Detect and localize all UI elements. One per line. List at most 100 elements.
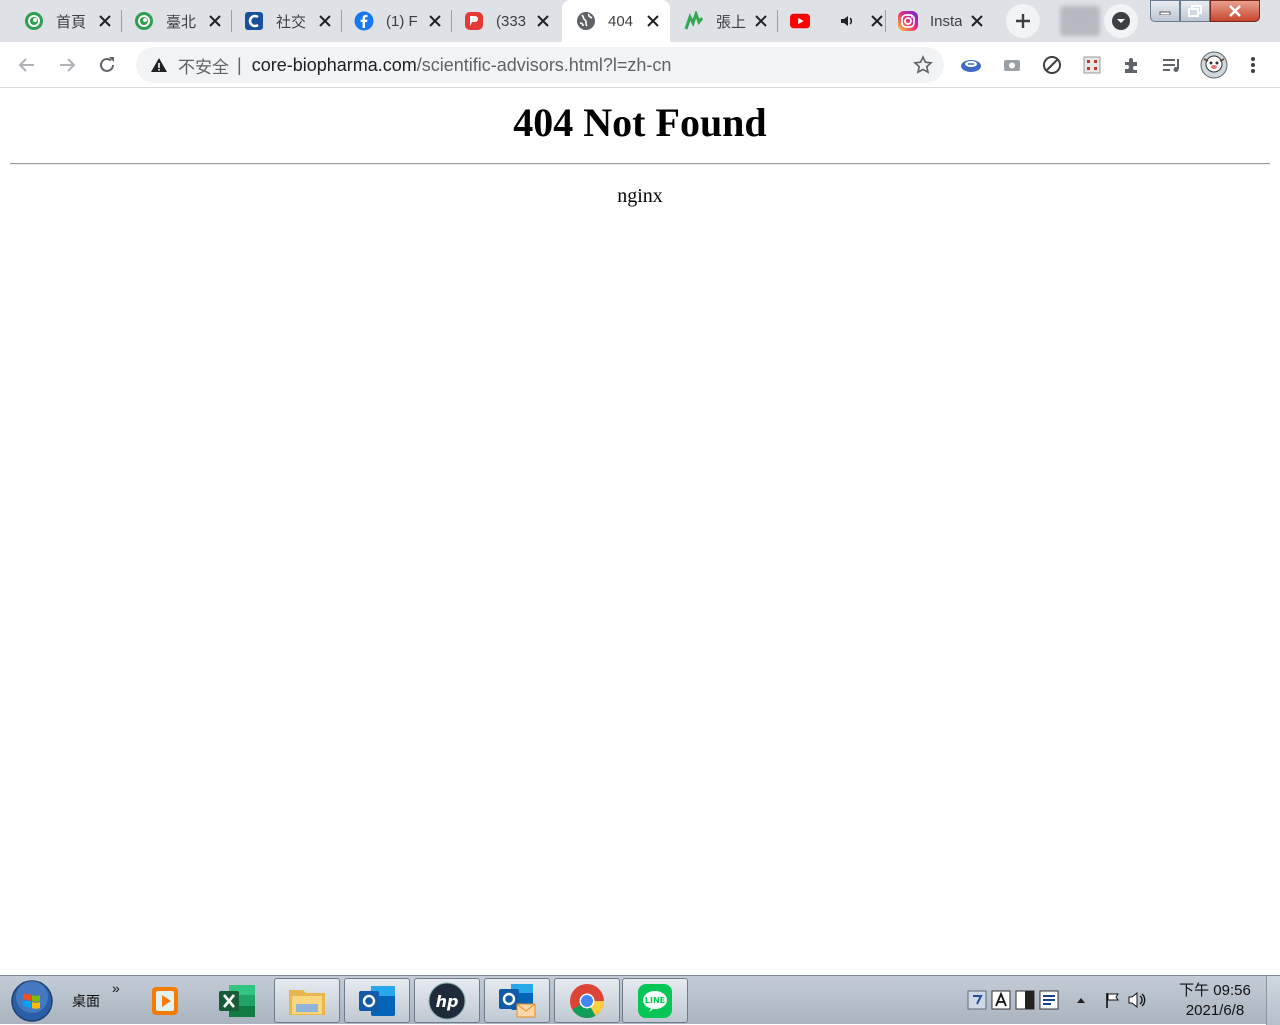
chrome-icon	[570, 983, 604, 1018]
security-label[interactable]: 不安全	[178, 53, 229, 78]
arrow-right-icon	[60, 58, 76, 72]
warning-triangle-icon[interactable]	[150, 56, 168, 74]
tab-strip: 首頁 臺北 社交 (1) F (333 404 張上 Insta	[0, 0, 1280, 42]
restore-button[interactable]	[1180, 0, 1210, 22]
start-button[interactable]	[8, 978, 56, 1024]
minimize-icon	[1159, 11, 1171, 15]
plus-icon	[1016, 14, 1030, 28]
profile-avatar[interactable]	[1199, 50, 1229, 80]
system-tray	[966, 986, 1150, 1014]
ime-fullwidth-icon[interactable]	[990, 989, 1012, 1011]
taskbar-hp[interactable]: hp	[414, 978, 480, 1023]
bookmark-star-icon[interactable]	[912, 54, 934, 76]
url-host: core-biopharma.com	[251, 54, 417, 75]
system-clock[interactable]: 下午 09:56 2021/6/8	[1172, 981, 1258, 1021]
globe-icon	[576, 11, 596, 31]
clock-date: 2021/6/8	[1185, 1002, 1245, 1019]
tab-title: 社交	[276, 13, 307, 31]
instagram-icon	[898, 11, 918, 31]
excel-icon	[219, 984, 255, 1017]
minimize-button[interactable]	[1150, 0, 1180, 22]
tab-title: 張上	[716, 13, 746, 31]
extension-blocker-icon[interactable]	[1039, 52, 1065, 78]
extension-grid-icon[interactable]	[1079, 52, 1105, 78]
browser-toolbar: 不安全 | core-biopharma.com/scientific-advi…	[0, 42, 1280, 88]
address-bar[interactable]: 不安全 | core-biopharma.com/scientific-advi…	[136, 47, 944, 83]
outlook-mail-icon	[499, 983, 536, 1017]
reload-button[interactable]	[90, 48, 124, 82]
extensions-puzzle-icon[interactable]	[1119, 52, 1145, 78]
window-close-button[interactable]	[1210, 0, 1260, 22]
audio-playing-icon[interactable]	[840, 14, 856, 28]
folder-icon	[289, 989, 325, 1015]
restore-icon	[1188, 5, 1202, 17]
tab-close-icon[interactable]	[868, 12, 886, 30]
tab-close-icon[interactable]	[968, 12, 986, 30]
taskbar-outlook[interactable]	[344, 978, 410, 1023]
line-app-icon: LINE	[638, 983, 672, 1018]
taskbar-media-player[interactable]	[132, 978, 198, 1023]
arrow-left-icon	[18, 58, 34, 72]
show-desktop-button[interactable]	[1266, 976, 1280, 1025]
ime-halfwidth-icon[interactable]	[1014, 989, 1036, 1011]
tab-7[interactable]	[778, 0, 886, 42]
server-name: nginx	[617, 185, 663, 207]
hp-logo-icon: hp	[428, 982, 466, 1019]
ime-zhuyin-icon[interactable]	[966, 989, 988, 1011]
media-control-icon[interactable]	[1159, 52, 1185, 78]
tab-title: (333	[496, 12, 527, 30]
desktop-toolbar-label[interactable]: 桌面	[72, 991, 100, 1011]
tab-title: Insta	[930, 12, 962, 30]
ime-menu-icon[interactable]	[1038, 989, 1060, 1011]
blurred-region	[1060, 6, 1100, 36]
forward-button[interactable]	[50, 48, 84, 82]
tab-3[interactable]: (1) F	[342, 0, 452, 42]
red-badge-icon	[464, 11, 484, 31]
tab-close-icon[interactable]	[316, 12, 334, 30]
tab-8[interactable]: Insta	[886, 0, 994, 42]
tab-close-icon[interactable]	[206, 12, 224, 30]
tab-6[interactable]: 張上	[672, 0, 778, 42]
tab-5-active[interactable]: 404	[562, 0, 670, 42]
taskbar-chrome[interactable]	[554, 978, 620, 1023]
tab-search-button[interactable]	[1104, 4, 1138, 38]
page-title: 404 Not Found	[513, 100, 767, 145]
tab-close-icon[interactable]	[96, 12, 114, 30]
back-button[interactable]	[10, 48, 44, 82]
extension-camera-icon[interactable]	[999, 52, 1025, 78]
taskbar-explorer[interactable]	[274, 978, 340, 1023]
url-text[interactable]: core-biopharma.com/scientific-advisors.h…	[252, 55, 672, 76]
more-menu-icon[interactable]	[1240, 52, 1266, 78]
tab-title: 臺北	[166, 13, 197, 31]
spiral-green-icon	[134, 11, 154, 31]
window-controls	[1150, 0, 1260, 22]
action-center-flag-icon[interactable]	[1102, 989, 1124, 1011]
taskbar-excel[interactable]	[204, 978, 270, 1023]
tab-1[interactable]: 臺北	[122, 0, 232, 42]
media-player-icon	[152, 986, 178, 1015]
reload-icon	[100, 57, 114, 72]
volume-icon[interactable]	[1126, 989, 1148, 1011]
spiral-green-icon	[24, 11, 44, 31]
tab-2[interactable]: 社交	[232, 0, 342, 42]
taskbar: 桌面 » hp LINE 下午 09:56 2021/6/8	[0, 975, 1280, 1025]
tab-close-icon[interactable]	[534, 12, 552, 30]
security-divider: |	[237, 54, 242, 75]
tab-0[interactable]: 首頁	[0, 0, 122, 42]
taskbar-outlook-mail[interactable]	[484, 978, 550, 1023]
tray-expand-arrow-icon[interactable]	[1070, 989, 1092, 1011]
taskbar-line[interactable]: LINE	[622, 978, 688, 1023]
chevron-down-icon	[1112, 12, 1130, 30]
tab-close-icon[interactable]	[644, 12, 662, 30]
tab-4[interactable]: (333	[452, 0, 560, 42]
toolbar-overflow-chevron[interactable]: »	[112, 980, 120, 996]
tab-title: 首頁	[56, 13, 87, 31]
extension-translate-icon[interactable]	[958, 52, 984, 78]
new-tab-button[interactable]	[1006, 4, 1040, 38]
svg-text:hp: hp	[436, 992, 459, 1011]
tab-close-icon[interactable]	[426, 12, 444, 30]
tab-title: 404	[608, 12, 634, 30]
green-chart-icon	[684, 11, 704, 31]
tab-close-icon[interactable]	[752, 12, 770, 30]
outlook-icon	[359, 985, 395, 1016]
